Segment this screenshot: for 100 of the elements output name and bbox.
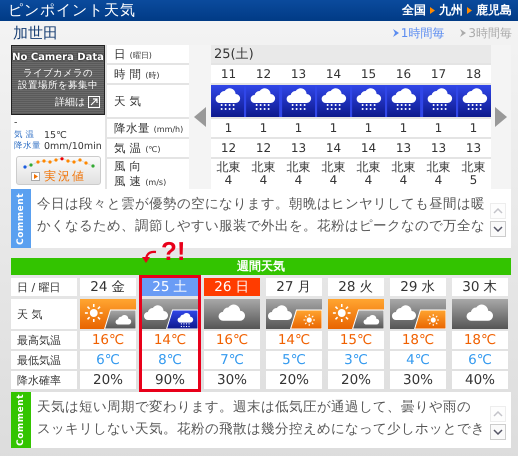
precipitation-cell-text: 1 bbox=[468, 120, 478, 136]
precipitation-cell-text: 1 bbox=[398, 120, 408, 136]
hour-cell-text: 11 bbox=[220, 66, 238, 82]
temperature-cell-text: 12 bbox=[220, 140, 238, 156]
precipitation-chance: 20% bbox=[328, 371, 384, 389]
external-link-icon bbox=[88, 96, 100, 108]
chevron-up-icon bbox=[493, 208, 503, 214]
chevron-up-icon bbox=[493, 411, 503, 417]
hour-cell-text: 15 bbox=[360, 66, 378, 82]
interval-tab[interactable]: 1時間毎 bbox=[392, 24, 444, 42]
low-temperature: 4℃ bbox=[390, 351, 446, 369]
hour-cell-text: 13 bbox=[290, 66, 308, 82]
row-label: 最低気温 bbox=[11, 351, 77, 369]
wind-direction: 北東 bbox=[426, 161, 450, 174]
observation-time: - bbox=[14, 117, 18, 130]
high-temperature: 14℃ bbox=[266, 331, 322, 349]
precipitation-cell-text: 1 bbox=[224, 120, 234, 136]
chevron-icon bbox=[392, 29, 399, 37]
breadcrumb-link[interactable]: 九州 bbox=[439, 2, 463, 19]
comment-text: 天気は短い周期で変わります。週末は低気圧が通過して、曇りや雨の スッキリしない天気。花粉の飛散は幾分控えめになって少しホッとでき bbox=[37, 398, 486, 439]
hour-cell-text: 18 bbox=[464, 66, 482, 82]
temperature-cell-text: 12 bbox=[254, 140, 272, 156]
hour-cell-text: 14 bbox=[324, 66, 342, 82]
chevron-icon bbox=[460, 29, 466, 37]
observation-label: 降水量 bbox=[14, 141, 38, 152]
breadcrumb-link[interactable]: 鹿児島 bbox=[476, 2, 512, 19]
precipitation-cell-text: 1 bbox=[328, 120, 338, 136]
comment-label: Comment bbox=[16, 394, 26, 446]
high-temperature: 14℃ bbox=[142, 331, 198, 349]
precipitation-cell-text: 1 bbox=[364, 120, 374, 136]
row-label: 日 / 曜日 bbox=[11, 278, 77, 296]
row-label: 日 (曜日) bbox=[107, 45, 189, 63]
observation-value: 0mm/10min bbox=[44, 141, 102, 152]
precipitation-cell-text: 1 bbox=[434, 120, 444, 136]
breadcrumb-link[interactable]: 全国 bbox=[402, 2, 426, 19]
details-link[interactable]: 詳細は bbox=[55, 95, 100, 109]
wind-speed: 4 bbox=[294, 174, 302, 187]
wind-speed: 4 bbox=[224, 174, 232, 187]
wind-speed: 4 bbox=[330, 174, 338, 187]
wind-speed: 4 bbox=[260, 174, 268, 187]
wind-speed: 4 bbox=[400, 174, 408, 187]
date-cell: 25 土 bbox=[142, 278, 198, 296]
temperature-cell-text: 13 bbox=[290, 140, 308, 156]
hour-cell-text: 16 bbox=[394, 66, 412, 82]
precipitation-cell-text: 1 bbox=[258, 120, 268, 136]
play-icon bbox=[31, 172, 40, 181]
row-label: 気 温 (℃) bbox=[107, 139, 189, 157]
high-temperature: 18℃ bbox=[452, 331, 508, 349]
wind-direction: 北東 bbox=[216, 161, 240, 174]
low-temperature: 3℃ bbox=[328, 351, 384, 369]
location-name: 加世田 bbox=[13, 24, 58, 42]
precipitation-chance: 20% bbox=[266, 371, 322, 389]
low-temperature: 6℃ bbox=[452, 351, 508, 369]
camera-message: ライブカメラの 設置場所を募集中 bbox=[18, 68, 98, 92]
temperature-cell-text: 13 bbox=[464, 140, 482, 156]
date-cell: 29 水 bbox=[390, 278, 446, 296]
scroll-down-button[interactable] bbox=[490, 221, 506, 237]
row-label: 天 気 bbox=[107, 85, 189, 117]
date-header: 25(土) bbox=[211, 45, 491, 63]
low-temperature: 6℃ bbox=[80, 351, 136, 369]
precipitation-chance: 30% bbox=[390, 371, 446, 389]
date-cell: 26 日 bbox=[204, 278, 260, 296]
comment-text: 今日は段々と雲が優勢の空になります。朝晩はヒンヤリしても昼間は暖 かくなるため、調節しやすい服装で外出を。花粉はピークなので万全な bbox=[37, 195, 486, 236]
high-temperature: 16℃ bbox=[204, 331, 260, 349]
date-cell: 30 木 bbox=[452, 278, 508, 296]
wind-direction: 北東 bbox=[356, 161, 380, 174]
hour-cell-text: 12 bbox=[254, 66, 272, 82]
hour-cell-text: 17 bbox=[430, 66, 448, 82]
precipitation-chance: 30% bbox=[204, 371, 260, 389]
row-label: 最高気温 bbox=[11, 331, 77, 349]
chevron-icon bbox=[467, 7, 472, 14]
precipitation-chance: 20% bbox=[80, 371, 136, 389]
wind-direction: 北東 bbox=[322, 161, 346, 174]
low-temperature: 5℃ bbox=[266, 351, 322, 369]
date-cell: 28 火 bbox=[328, 278, 384, 296]
high-temperature: 18℃ bbox=[390, 331, 446, 349]
date-cell: 27 月 bbox=[266, 278, 322, 296]
low-temperature: 8℃ bbox=[142, 351, 198, 369]
high-temperature: 16℃ bbox=[80, 331, 136, 349]
wind-speed: 4 bbox=[364, 174, 372, 187]
temperature-cell-text: 14 bbox=[360, 140, 378, 156]
chevron-down-icon bbox=[493, 429, 503, 435]
row-label: 天 気 bbox=[11, 299, 77, 329]
row-label: 時 間 (時) bbox=[107, 65, 189, 83]
observation-label: 気 温 bbox=[14, 130, 36, 141]
temperature-cell-text: 13 bbox=[394, 140, 412, 156]
sparkline-drawing bbox=[22, 157, 94, 170]
left-arrow-icon[interactable] bbox=[194, 107, 206, 127]
comment-label: Comment bbox=[16, 192, 26, 244]
wind-direction: 北東 bbox=[462, 161, 486, 174]
chevron-icon bbox=[430, 7, 435, 14]
right-arrow-icon[interactable] bbox=[495, 107, 507, 127]
row-label: 降水確率 bbox=[11, 371, 77, 389]
scroll-down-button[interactable] bbox=[490, 424, 506, 440]
wind-speed: 4 bbox=[434, 174, 442, 187]
row-label: 降水量 (mm/h) bbox=[107, 119, 189, 137]
low-temperature: 7℃ bbox=[204, 351, 260, 369]
precipitation-cell-text: 1 bbox=[294, 120, 304, 136]
page-title: ピンポイント天気 bbox=[8, 1, 136, 20]
wind-speed: 5 bbox=[470, 174, 478, 187]
